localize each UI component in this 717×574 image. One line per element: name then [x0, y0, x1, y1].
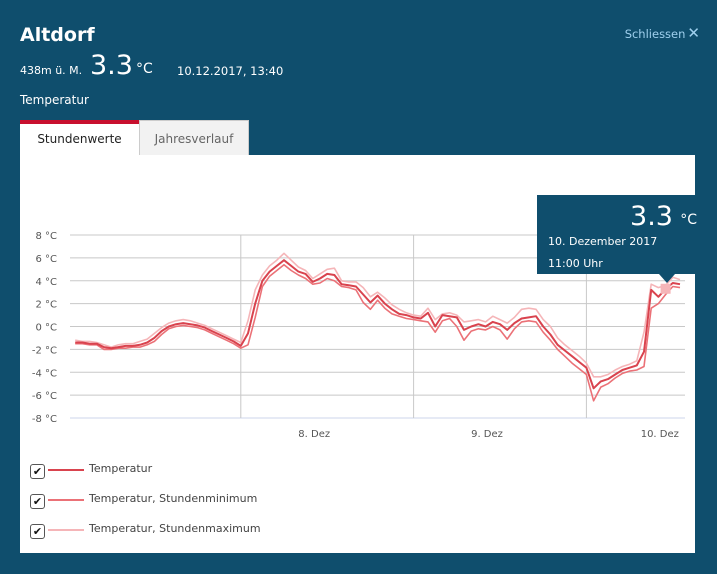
- checkbox-stundenminimum[interactable]: ✔: [30, 494, 45, 509]
- legend-line-icon: [48, 499, 84, 501]
- y-tick-label: 4 °C: [35, 277, 57, 288]
- tooltip-value: 3.3: [630, 201, 673, 232]
- chart-tooltip: 3.3 °C 10. Dezember 2017 11:00 Uhr: [537, 195, 697, 283]
- tooltip-unit: °C: [680, 212, 697, 228]
- y-tick-label: 0 °C: [35, 323, 57, 334]
- tooltip-date: 10. Dezember 2017: [548, 235, 658, 248]
- tooltip-time: 11:00 Uhr: [548, 257, 603, 270]
- checkbox-stundenmaximum[interactable]: ✔: [30, 524, 45, 539]
- checkbox-temperatur[interactable]: ✔: [30, 464, 45, 479]
- legend-line-icon: [48, 529, 84, 531]
- y-tick-label: -8 °C: [32, 414, 57, 425]
- x-tick-label: 10. Dez: [641, 429, 679, 440]
- tooltip-arrow: [659, 274, 675, 283]
- y-tick-label: -4 °C: [32, 368, 57, 379]
- legend-label: Temperatur: [89, 462, 153, 475]
- y-tick-label: 6 °C: [35, 254, 57, 265]
- x-tick-label: 9. Dez: [471, 429, 503, 440]
- y-tick-label: 8 °C: [35, 231, 57, 242]
- legend-label: Temperatur, Stundenminimum: [89, 492, 258, 505]
- legend-line-icon: [48, 469, 84, 471]
- x-tick-label: 8. Dez: [298, 429, 330, 440]
- temperature-chart: 8 °C 6 °C 4 °C 2 °C 0 °C -2 °C -4 °C -6 °C -8 °C…: [32, 231, 685, 440]
- legend-label: Temperatur, Stundenmaximum: [89, 522, 261, 535]
- series-line-stundenminimum: [75, 263, 681, 402]
- y-tick-label: -6 °C: [32, 391, 57, 402]
- y-tick-label: -2 °C: [32, 345, 57, 356]
- highlight-marker: [660, 283, 671, 294]
- y-tick-label: 2 °C: [35, 300, 57, 311]
